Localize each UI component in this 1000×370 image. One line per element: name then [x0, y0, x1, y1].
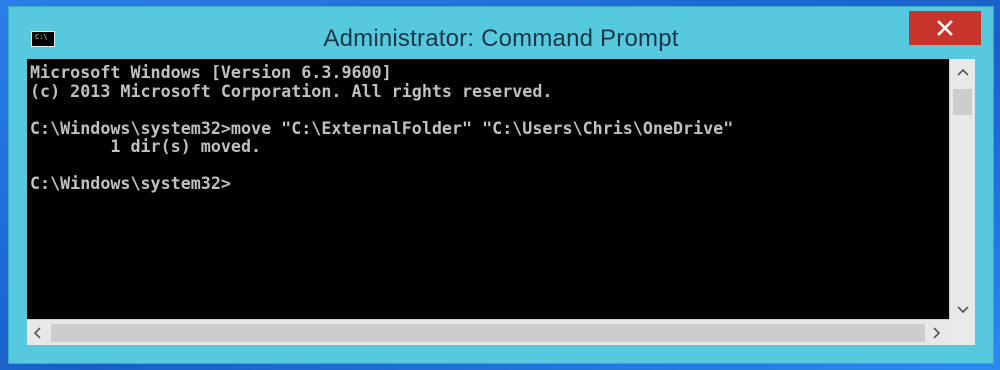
scroll-up-icon[interactable]	[957, 65, 969, 78]
title-bar[interactable]: C:\ Administrator: Command Prompt	[9, 7, 993, 59]
vertical-scrollbar[interactable]	[949, 59, 975, 319]
console-line: 1 dir(s) moved.	[110, 136, 262, 156]
horizontal-scrollbar[interactable]	[27, 319, 949, 345]
scroll-right-icon[interactable]	[933, 327, 941, 341]
command-prompt-window: C:\ Administrator: Command Prompt Micros…	[8, 6, 994, 364]
console-text: Microsoft Windows [Version 6.3.9600] (c)…	[27, 59, 949, 193]
vertical-scroll-thumb[interactable]	[953, 89, 972, 115]
window-title: Administrator: Command Prompt	[323, 25, 679, 52]
horizontal-scroll-thumb[interactable]	[51, 324, 925, 342]
close-icon	[937, 20, 953, 36]
scroll-down-icon[interactable]	[957, 303, 969, 316]
console-line: Microsoft Windows [Version 6.3.9600]	[30, 62, 392, 82]
scrollbar-corner	[949, 319, 975, 345]
console-output[interactable]: Microsoft Windows [Version 6.3.9600] (c)…	[27, 59, 949, 319]
scroll-left-icon[interactable]	[33, 327, 41, 341]
console-line: C:\Windows\system32>move "C:\ExternalFol…	[30, 117, 734, 138]
close-button[interactable]	[909, 11, 981, 45]
console-line: C:\Windows\system32>	[30, 173, 231, 193]
console-line: (c) 2013 Microsoft Corporation. All righ…	[30, 80, 553, 101]
